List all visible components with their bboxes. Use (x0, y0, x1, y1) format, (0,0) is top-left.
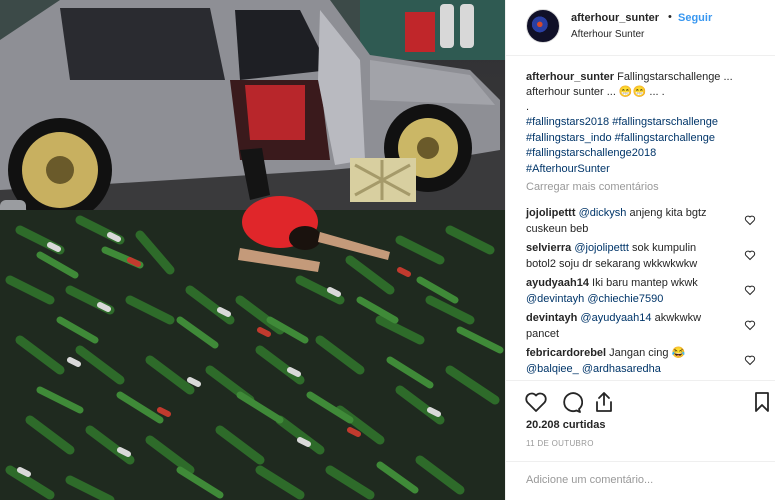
comment-username[interactable]: selvierra (526, 242, 571, 254)
comment-mention[interactable]: @ardhasaredha (582, 363, 661, 375)
comment-text: pancet (526, 328, 560, 340)
header-username[interactable]: afterhour_sunter (571, 12, 659, 24)
add-comment-placeholder[interactable]: Adicione um comentário... (526, 474, 653, 486)
header-location[interactable]: Afterhour Sunter (571, 29, 644, 40)
caption-text-line1: Fallingstarschallenge ... (617, 71, 733, 83)
comment-mention[interactable]: @devintayh (526, 293, 584, 305)
comment-heart-icon[interactable] (744, 249, 756, 261)
bookmark-icon[interactable] (750, 390, 774, 414)
avatar[interactable] (526, 9, 560, 43)
comment-text: Iki baru mantep wkwk (592, 277, 698, 289)
comment-text: akwkwkw (651, 312, 702, 324)
photo-scene (0, 0, 505, 500)
post-photo[interactable] (0, 0, 505, 500)
add-comment-field[interactable]: Adicione um comentário... (506, 461, 775, 499)
comment-item: selvierra @jojolipettt sok kumpulin boto… (526, 240, 741, 272)
hashtag-line[interactable]: #AfterhourSunter (526, 162, 766, 178)
like-count[interactable]: 20.208 curtidas (526, 419, 606, 431)
post-actions: 20.208 curtidas 11 DE OUTUBRO Adicione u… (506, 380, 775, 498)
comment-text: sok kumpulin (628, 242, 697, 254)
comment-heart-icon[interactable] (744, 214, 756, 226)
comment-text: Jangan cing 😂 (609, 347, 686, 359)
hashtag-list: #fallingstars2018 #fallingstarschallenge… (526, 115, 766, 177)
comment-mention[interactable]: @ayudyaah14 (580, 312, 651, 324)
comment-mention[interactable]: @chiechie7590 (587, 293, 663, 305)
post-side-panel: afterhour_sunter • Seguir Afterhour Sunt… (505, 0, 775, 500)
comment-username[interactable]: ayudyaah14 (526, 277, 589, 289)
caption-text-line2: afterhour sunter ... 😁😁 ... . (526, 86, 665, 98)
comment-text: cuskeun beb (526, 223, 589, 235)
hashtag-line[interactable]: #fallingstars2018 #fallingstarschallenge (526, 115, 766, 131)
heart-icon[interactable] (524, 390, 548, 414)
comment-item: febricardorebel Jangan cing 😂 @balqiee_ … (526, 345, 741, 377)
hashtag-line[interactable]: #fallingstarschallenge2018 (526, 146, 766, 162)
comment-username[interactable]: febricardorebel (526, 347, 606, 359)
comment-item: devintayh @ayudyaah14 akwkwkw pancet (526, 310, 741, 342)
comment-text: botol2 soju dr sekarang wkkwkwkw (526, 258, 698, 270)
caption-block: afterhour_sunter Fallingstarschallenge .… (526, 70, 766, 193)
comment-item: jojolipettt @dickysh anjeng kita bgtz cu… (526, 205, 741, 237)
comment-mention[interactable]: @balqiee_ (526, 363, 579, 375)
comment-heart-icon[interactable] (744, 284, 756, 296)
comment-icon[interactable] (559, 390, 583, 414)
follow-button[interactable]: Seguir (678, 12, 712, 24)
caption-text-line3: . (526, 101, 530, 113)
comment-item: ayudyaah14 Iki baru mantep wkwk @devinta… (526, 275, 741, 307)
load-more-comments[interactable]: Carregar mais comentários (526, 181, 766, 193)
share-icon[interactable] (592, 390, 616, 414)
hashtag-line[interactable]: #fallingstars_indo #fallingstarchallenge (526, 131, 766, 147)
comment-mention[interactable]: @jojolipettt (574, 242, 629, 254)
comment-mention[interactable]: @dickysh (579, 207, 627, 219)
comment-username[interactable]: jojolipettt (526, 207, 576, 219)
comment-heart-icon[interactable] (744, 354, 756, 366)
post-date: 11 DE OUTUBRO (526, 439, 594, 448)
caption-username[interactable]: afterhour_sunter (526, 71, 614, 83)
post-header: afterhour_sunter • Seguir Afterhour Sunt… (506, 0, 775, 56)
comment-username[interactable]: devintayh (526, 312, 577, 324)
comment-text: anjeng kita bgtz (626, 207, 707, 219)
comment-heart-icon[interactable] (744, 319, 756, 331)
header-separator: • (668, 11, 672, 23)
